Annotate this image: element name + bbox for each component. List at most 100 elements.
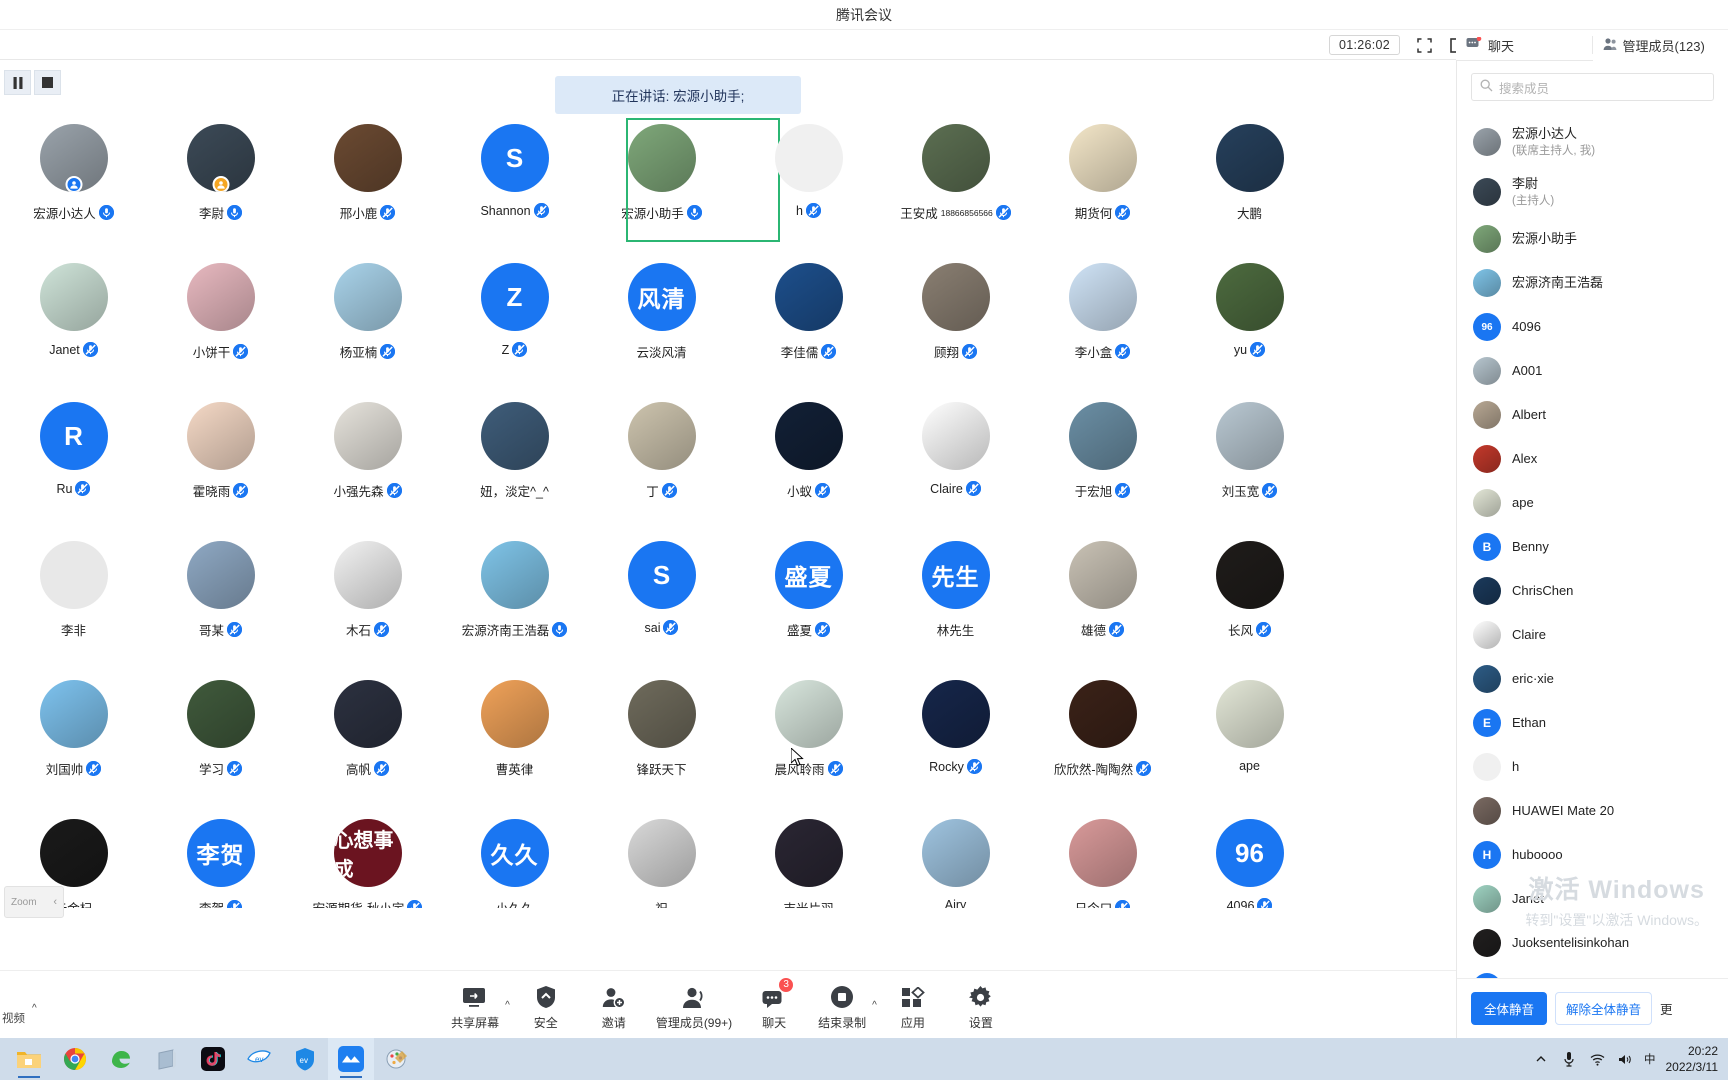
sidebar-participant-row[interactable]: 李尉 (主持人): [1457, 167, 1728, 217]
grid-page-nav[interactable]: Zoom ‹: [4, 886, 64, 918]
stop-recording-button[interactable]: [34, 70, 61, 95]
grid-participant-tile[interactable]: 宏源小达人: [0, 118, 147, 257]
grid-participant-tile[interactable]: 曹英律: [441, 674, 588, 813]
unmute-all-button[interactable]: 解除全体静音: [1555, 992, 1653, 1025]
grid-participant-tile[interactable]: 期货何: [1029, 118, 1176, 257]
tab-members[interactable]: 管理成员(123): [1592, 29, 1728, 61]
sidebar-participant-list[interactable]: 宏源小达人 (联席主持人, 我) 李尉 (主持人) 宏源小助手 宏源济南王浩磊 96 4096…: [1457, 117, 1728, 979]
microphone-icon[interactable]: [1560, 1050, 1578, 1068]
grid-participant-tile[interactable]: 锋跃天下: [588, 674, 735, 813]
grid-participant-tile[interactable]: 雄德: [1029, 535, 1176, 674]
show-hidden-icons-chevron[interactable]: [1532, 1050, 1550, 1068]
grid-participant-tile[interactable]: 宏源小助手: [588, 118, 780, 257]
grid-participant-tile[interactable]: 邢小鹿: [294, 118, 441, 257]
grid-participant-tile[interactable]: 吉光片羽: [735, 813, 882, 908]
network-icon[interactable]: [1588, 1050, 1606, 1068]
sidebar-participant-row[interactable]: Juoksentelisinkohan: [1457, 921, 1728, 965]
sidebar-participant-row[interactable]: 宏源小达人 (联席主持人, 我): [1457, 117, 1728, 167]
toolbar-invite-user-button[interactable]: 邀请: [580, 979, 648, 1031]
grid-participant-tile[interactable]: Ssai: [588, 535, 735, 674]
chrome-icon[interactable]: [52, 1038, 98, 1080]
sidebar-participant-row[interactable]: ChrisChen: [1457, 569, 1728, 613]
toolbar-stop-record-button[interactable]: 结束录制: [808, 979, 876, 1031]
ev-capture-icon[interactable]: ev: [236, 1038, 282, 1080]
grid-participant-tile[interactable]: 大鹏: [1176, 118, 1323, 257]
grid-participant-tile[interactable]: 长风: [1176, 535, 1323, 674]
volume-icon[interactable]: [1616, 1050, 1634, 1068]
search-members-field[interactable]: 搜索成员: [1471, 73, 1714, 101]
sidebar-participant-row[interactable]: E Ethan: [1457, 701, 1728, 745]
sidebar-participant-row[interactable]: ape: [1457, 481, 1728, 525]
toolbar-chat-button[interactable]: 3 聊天: [740, 976, 808, 1031]
grid-participant-tile[interactable]: Janet: [0, 257, 147, 396]
grid-participant-tile[interactable]: 高帆: [294, 674, 441, 813]
grid-participant-tile[interactable]: 李非: [0, 535, 147, 674]
grid-participant-tile[interactable]: ZZ: [441, 257, 588, 396]
grid-participant-tile[interactable]: 心想事成宏源期货-秋小定: [294, 813, 441, 908]
toolbar-gear-button[interactable]: 设置: [947, 979, 1015, 1031]
grid-participant-tile[interactable]: 丁: [588, 396, 735, 535]
file-explorer-icon[interactable]: [6, 1038, 52, 1080]
ev-shield-icon[interactable]: ev: [282, 1038, 328, 1080]
sidebar-participant-row[interactable]: Janet: [1457, 877, 1728, 921]
grid-participant-tile[interactable]: 木石: [294, 535, 441, 674]
grid-participant-tile[interactable]: ape: [1176, 674, 1323, 813]
grid-participant-tile[interactable]: 李尉: [147, 118, 294, 257]
grid-participant-tile[interactable]: R Ru: [0, 396, 147, 535]
grid-participant-tile[interactable]: 李小盒: [1029, 257, 1176, 396]
sidebar-participant-row[interactable]: 宏源济南王浩磊: [1457, 261, 1728, 305]
grid-participant-tile[interactable]: 小蚁: [735, 396, 882, 535]
fullscreen-icon[interactable]: [1414, 35, 1434, 55]
grid-participant-tile[interactable]: 盛夏 盛夏: [735, 535, 882, 674]
sidebar-participant-row[interactable]: 96 4096: [1457, 305, 1728, 349]
sidebar-participant-row[interactable]: B Benny: [1457, 525, 1728, 569]
grid-participant-tile[interactable]: 于宏旭: [1029, 396, 1176, 535]
grid-participant-tile[interactable]: 王安成 18866856566: [882, 118, 1029, 257]
grid-participant-tile[interactable]: 霍晓雨: [147, 396, 294, 535]
sidebar-participant-row[interactable]: Alex: [1457, 437, 1728, 481]
grid-participant-tile[interactable]: 哥某: [147, 535, 294, 674]
notes-icon[interactable]: [144, 1038, 190, 1080]
taskbar-clock[interactable]: 20:22 2022/3/11: [1666, 1043, 1719, 1075]
toolbar-manage-members-button[interactable]: 管理成员(99+): [648, 979, 740, 1031]
grid-participant-tile[interactable]: 宏源济南王浩磊: [441, 535, 588, 674]
grid-participant-tile[interactable]: 杨亚楠: [294, 257, 441, 396]
pause-recording-button[interactable]: [4, 70, 31, 95]
paint-icon[interactable]: [374, 1038, 420, 1080]
sidebar-participant-row[interactable]: A001: [1457, 349, 1728, 393]
chevron-left-icon[interactable]: ‹: [53, 896, 57, 908]
sidebar-participant-row[interactable]: eric·xie: [1457, 657, 1728, 701]
tab-chat[interactable]: 聊天: [1456, 30, 1592, 61]
video-button-label[interactable]: 视频: [2, 1010, 25, 1026]
tencent-meeting-icon[interactable]: [328, 1038, 374, 1080]
douyin-icon[interactable]: [190, 1038, 236, 1080]
grid-participant-tile[interactable]: 欣欣然-陶陶然: [1029, 674, 1176, 813]
grid-participant-tile[interactable]: Rocky: [882, 674, 1029, 813]
grid-participant-tile[interactable]: 晨风聆雨: [735, 674, 882, 813]
grid-participant-tile[interactable]: yu: [1176, 257, 1323, 396]
grid-participant-tile[interactable]: h: [735, 118, 882, 257]
grid-participant-tile[interactable]: 刘国帅: [0, 674, 147, 813]
grid-participant-tile[interactable]: 久久小久久: [441, 813, 588, 908]
more-options-button[interactable]: 更: [1660, 999, 1673, 1018]
grid-participant-tile[interactable]: 祝: [588, 813, 735, 908]
grid-participant-tile[interactable]: 先生 林先生: [882, 535, 1029, 674]
ime-indicator[interactable]: 中: [1644, 1051, 1656, 1067]
sidebar-participant-row[interactable]: Albert: [1457, 393, 1728, 437]
video-chevron-up-icon[interactable]: ^: [32, 1003, 37, 1014]
edge-legacy-icon[interactable]: [98, 1038, 144, 1080]
sidebar-participant-row[interactable]: h: [1457, 745, 1728, 789]
grid-participant-tile[interactable]: 风清 云淡风清: [588, 257, 735, 396]
grid-participant-tile[interactable]: 小强先森: [294, 396, 441, 535]
grid-participant-tile[interactable]: Claire: [882, 396, 1029, 535]
grid-participant-tile[interactable]: S Shannon: [441, 118, 588, 257]
sidebar-participant-row[interactable]: HUAWEI Mate 20: [1457, 789, 1728, 833]
grid-participant-tile[interactable]: 妞，淡定^_^: [441, 396, 588, 535]
sidebar-participant-row[interactable]: Hhuboooo: [1457, 833, 1728, 877]
grid-participant-tile[interactable]: 顾翔: [882, 257, 1029, 396]
grid-participant-tile[interactable]: 小饼干: [147, 257, 294, 396]
grid-participant-tile[interactable]: Airy: [882, 813, 1029, 908]
grid-participant-tile[interactable]: 刘玉宽: [1176, 396, 1323, 535]
mute-all-button[interactable]: 全体静音: [1471, 992, 1548, 1025]
sidebar-participant-row[interactable]: Claire: [1457, 613, 1728, 657]
